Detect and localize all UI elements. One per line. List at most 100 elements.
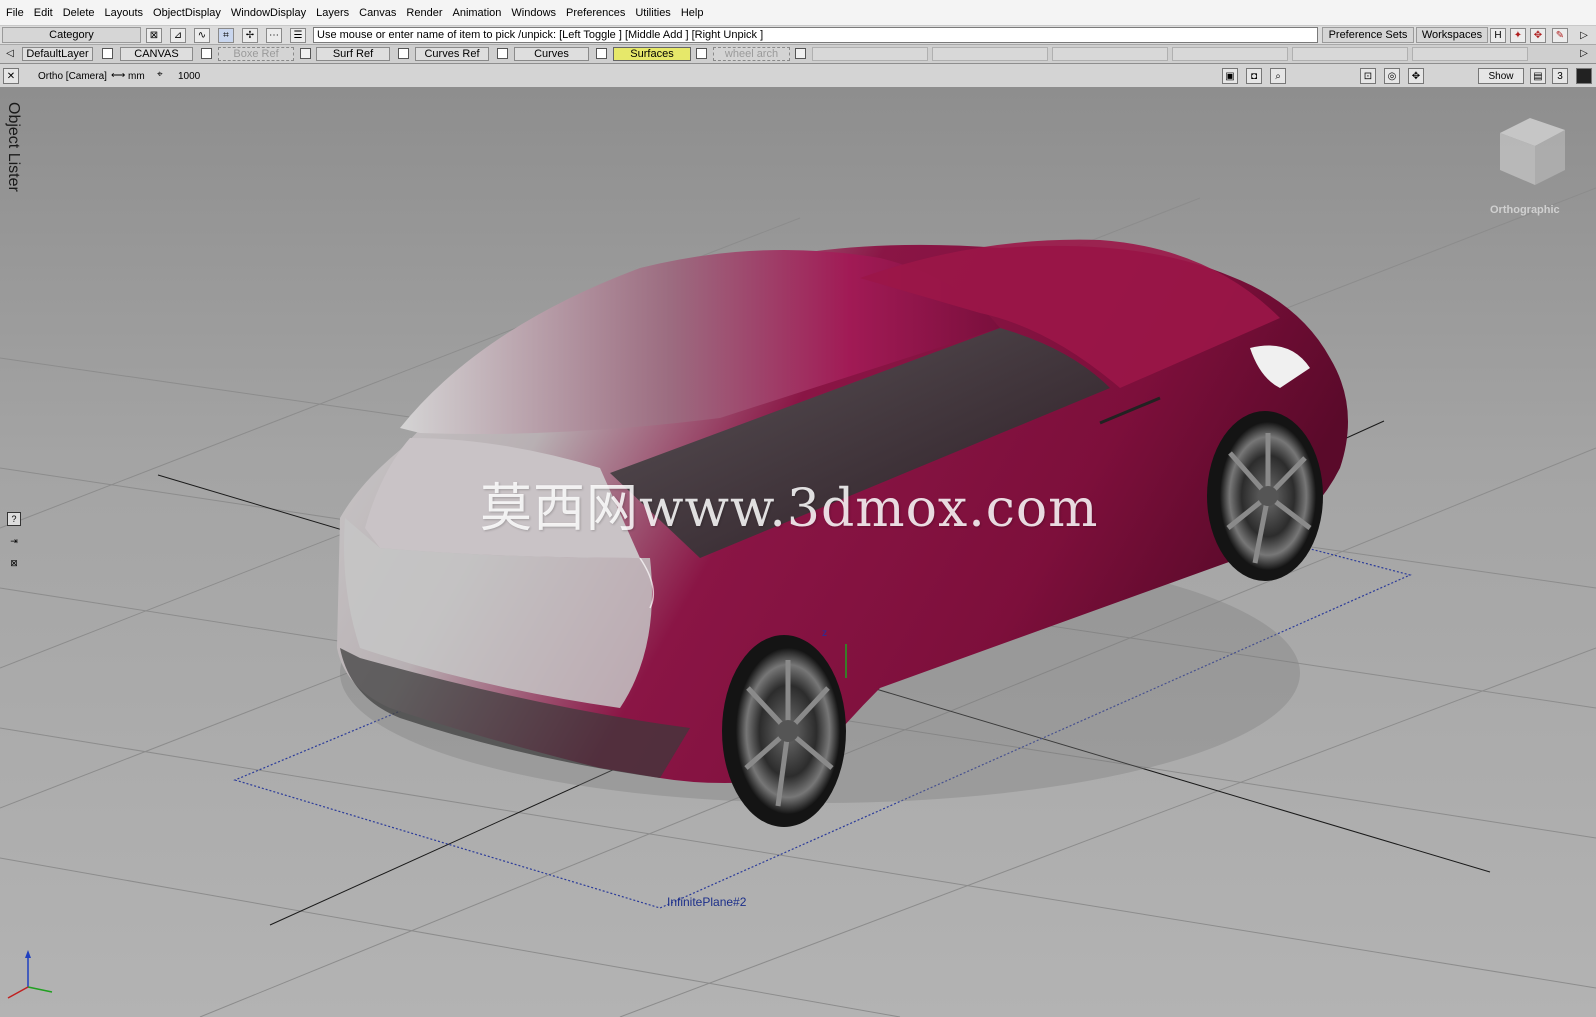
menu-preferences[interactable]: Preferences <box>566 7 633 19</box>
layer-label: Curves <box>534 48 569 60</box>
menu-layers[interactable]: Layers <box>316 7 357 19</box>
layout-single-icon[interactable]: ▤ <box>1530 68 1546 84</box>
layer-visibility-checkbox[interactable] <box>795 48 806 59</box>
layer-surf-ref[interactable]: Surf Ref <box>316 47 390 61</box>
layer-visibility-checkbox[interactable] <box>596 48 607 59</box>
pick-curve-icon[interactable]: ∿ <box>194 28 210 43</box>
layer-empty-slot[interactable] <box>812 47 928 61</box>
svg-text:z: z <box>822 628 827 639</box>
layer-empty-slot[interactable] <box>1412 47 1528 61</box>
pick-point-icon[interactable]: ⊿ <box>170 28 186 43</box>
layer-visibility-checkbox[interactable] <box>201 48 212 59</box>
close-view-icon[interactable]: ✕ <box>3 68 19 84</box>
layer-scroll-left-icon[interactable]: ◁ <box>2 46 18 61</box>
toolbar-expand-icon[interactable]: ▷ <box>1576 28 1592 43</box>
grid-icon: ⌖ <box>157 69 163 80</box>
layer-label: Surf Ref <box>332 48 374 60</box>
menu-windows[interactable]: Windows <box>511 7 564 19</box>
view-cube[interactable] <box>1500 118 1565 185</box>
layer-canvas[interactable]: CANVAS <box>120 47 193 61</box>
layer-empty-slot[interactable] <box>1292 47 1408 61</box>
menu-render[interactable]: Render <box>406 7 450 19</box>
layer-visibility-checkbox[interactable] <box>102 48 113 59</box>
pick-toolbar: Category ⊠ ⊿ ∿ ⌗ ✢ ⋯ ☰ Use mouse or ente… <box>0 26 1596 45</box>
show-button[interactable]: Show <box>1478 68 1524 84</box>
object-lister-tab[interactable]: Object Lister ? ⇥ ⊠ <box>0 88 24 1017</box>
menu-animation[interactable]: Animation <box>453 7 510 19</box>
menu-windowdisplay[interactable]: WindowDisplay <box>231 7 314 19</box>
prompt-line[interactable]: Use mouse or enter name of item to pick … <box>313 27 1318 43</box>
layer-bar: ◁ DefaultLayer CANVAS Boxe Ref Surf Ref … <box>0 45 1596 64</box>
pick-more-icon[interactable]: ⋯ <box>266 28 282 43</box>
category-dropdown[interactable]: Category <box>2 27 141 43</box>
layer-scroll-right-icon[interactable]: ▷ <box>1576 46 1592 61</box>
layer-curves-ref[interactable]: Curves Ref <box>415 47 489 61</box>
tool-brush-icon[interactable]: ✎ <box>1552 28 1568 43</box>
preference-sets-button[interactable]: Preference Sets <box>1322 27 1414 43</box>
layer-visibility-checkbox[interactable] <box>300 48 311 59</box>
tumble-icon[interactable]: ◎ <box>1384 68 1400 84</box>
prompt-list-icon[interactable]: ☰ <box>290 28 306 43</box>
pick-object-icon[interactable]: ⊠ <box>146 28 162 43</box>
layer-empty-slot[interactable] <box>1052 47 1168 61</box>
view-bar: ✕ Ortho [Camera] ⟷ mm ⌖ 1000 ▣ ◘ ⌕ ⊡ ◎ ✥… <box>0 64 1596 88</box>
layer-visibility-checkbox[interactable] <box>696 48 707 59</box>
menu-file[interactable]: File <box>6 7 32 19</box>
wheel-rear <box>1207 411 1323 581</box>
menu-objectdisplay[interactable]: ObjectDisplay <box>153 7 229 19</box>
watermark-text: 莫西网www.3dmox.com <box>480 479 1099 539</box>
camera-label[interactable]: Ortho [Camera] <box>38 71 107 82</box>
layer-label: Surfaces <box>630 48 674 60</box>
preference-sets-label: Preference Sets <box>1328 29 1408 41</box>
wheel-front <box>722 635 846 827</box>
layer-label: Boxe Ref <box>233 48 279 60</box>
menu-utilities[interactable]: Utilities <box>635 7 678 19</box>
layer-wheel-arch[interactable]: wheel arch <box>713 47 790 61</box>
object-lister-label: Object Lister <box>5 102 22 192</box>
layout-number-label: 3 <box>1557 70 1563 82</box>
frame-icon[interactable]: ⊡ <box>1360 68 1376 84</box>
workspaces-button[interactable]: Workspaces <box>1416 27 1488 43</box>
layer-label: wheel arch <box>724 48 779 60</box>
layer-visibility-checkbox[interactable] <box>398 48 409 59</box>
layer-empty-slot[interactable] <box>932 47 1048 61</box>
layer-boxe-ref[interactable]: Boxe Ref <box>218 47 294 61</box>
units-label: mm <box>128 71 145 82</box>
layout-number[interactable]: 3 <box>1552 68 1568 84</box>
grid-value: 1000 <box>178 71 201 82</box>
layer-empty-slot[interactable] <box>1172 47 1288 61</box>
prompt-text: Use mouse or enter name of item to pick … <box>317 29 764 41</box>
scene-canvas: z <box>0 118 1596 1017</box>
pan-icon[interactable]: ✥ <box>1408 68 1424 84</box>
layer-label: Curves Ref <box>424 48 480 60</box>
workspaces-label: Workspaces <box>1421 29 1483 41</box>
menu-delete[interactable]: Delete <box>63 7 103 19</box>
tool-pin-icon[interactable]: ✥ <box>1530 28 1546 43</box>
layer-label: CANVAS <box>134 48 179 60</box>
dock-arrow-icon[interactable]: ⇥ <box>7 534 21 548</box>
viewport[interactable]: z Object Lister ? ⇥ ⊠ Orthographic Infin… <box>0 88 1596 1017</box>
infinite-plane-label[interactable]: InfinitePlane#2 <box>667 895 746 909</box>
menu-help[interactable]: Help <box>681 7 712 19</box>
menu-canvas[interactable]: Canvas <box>359 7 404 19</box>
menu-edit[interactable]: Edit <box>34 7 61 19</box>
layer-surfaces[interactable]: Surfaces <box>613 47 691 61</box>
pick-surface-icon[interactable]: ⌗ <box>218 28 234 43</box>
panel-close-icon[interactable]: ⊠ <box>7 556 21 570</box>
shelf-icon[interactable]: H <box>1490 28 1506 43</box>
layer-defaultlayer[interactable]: DefaultLayer <box>22 47 93 61</box>
pick-cv-icon[interactable]: ✢ <box>242 28 258 43</box>
viewcube-label: Orthographic <box>1490 204 1560 216</box>
tool-magnet-icon[interactable]: ✦ <box>1510 28 1526 43</box>
maximize-view-icon[interactable] <box>1576 68 1592 84</box>
show-label: Show <box>1488 70 1514 82</box>
layer-curves[interactable]: Curves <box>514 47 589 61</box>
camera-record-icon[interactable]: ◘ <box>1246 68 1262 84</box>
category-label: Category <box>49 29 94 41</box>
menu-layouts[interactable]: Layouts <box>105 7 152 19</box>
units-arrow-icon: ⟷ <box>111 70 126 81</box>
help-icon[interactable]: ? <box>7 512 21 526</box>
zoom-icon[interactable]: ⌕ <box>1270 68 1286 84</box>
layer-visibility-checkbox[interactable] <box>497 48 508 59</box>
camera-view-icon[interactable]: ▣ <box>1222 68 1238 84</box>
